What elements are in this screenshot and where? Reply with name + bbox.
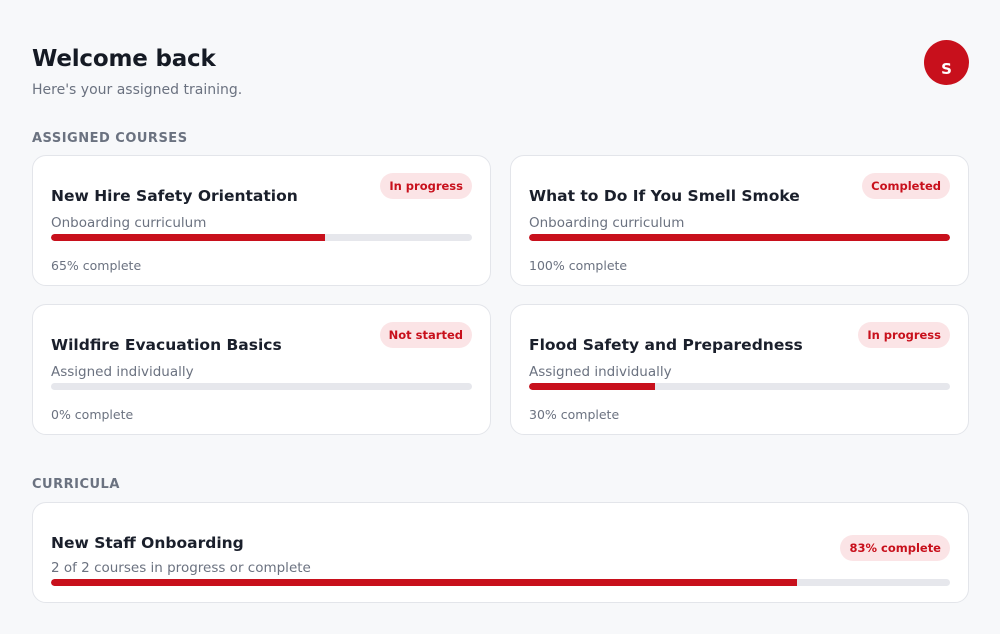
- course-title: Flood Safety and Preparedness: [529, 336, 803, 354]
- course-card[interactable]: Flood Safety and Preparedness In progres…: [510, 304, 969, 435]
- course-source: Assigned individually: [529, 364, 672, 380]
- progress-bar: [529, 234, 950, 241]
- progress-bar-fill: [529, 383, 656, 390]
- completion-badge: 83% complete: [840, 535, 950, 561]
- progress-label: 0% complete: [51, 407, 134, 422]
- progress-label: 100% complete: [529, 258, 628, 273]
- course-source: Assigned individually: [51, 364, 194, 380]
- curriculum-title: New Staff Onboarding: [51, 534, 244, 552]
- progress-label: 65% complete: [51, 258, 142, 273]
- status-badge: Completed: [862, 173, 950, 199]
- status-badge: In progress: [858, 322, 950, 348]
- section-heading-curricula: CURRICULA: [32, 477, 120, 492]
- progress-bar: [51, 383, 472, 390]
- course-card[interactable]: New Hire Safety Orientation In progress …: [32, 155, 491, 286]
- section-heading-assigned-courses: ASSIGNED COURSES: [32, 131, 188, 146]
- course-source: Onboarding curriculum: [529, 215, 685, 231]
- status-badge: Not started: [379, 322, 472, 348]
- course-source: Onboarding curriculum: [51, 215, 207, 231]
- progress-bar-fill: [51, 234, 325, 241]
- progress-bar: [51, 234, 472, 241]
- progress-label: 30% complete: [529, 407, 620, 422]
- progress-bar-fill: [51, 579, 798, 586]
- progress-bar-fill: [529, 234, 950, 241]
- course-card[interactable]: What to Do If You Smell Smoke Completed …: [510, 155, 969, 286]
- progress-bar: [529, 383, 950, 390]
- course-title: What to Do If You Smell Smoke: [529, 187, 800, 205]
- training-dashboard: Welcome back Here's your assigned traini…: [0, 0, 1000, 634]
- course-title: Wildfire Evacuation Basics: [51, 336, 282, 354]
- curriculum-card[interactable]: New Staff Onboarding 83% complete 2 of 2…: [32, 502, 969, 603]
- course-title: New Hire Safety Orientation: [51, 187, 298, 205]
- curriculum-summary: 2 of 2 courses in progress or complete: [51, 560, 311, 576]
- progress-bar: [51, 579, 950, 586]
- page-subtitle: Here's your assigned training.: [32, 82, 243, 98]
- page-title: Welcome back: [32, 46, 216, 72]
- course-card[interactable]: Wildfire Evacuation Basics Not started A…: [32, 304, 491, 435]
- avatar[interactable]: S: [924, 40, 969, 85]
- status-badge: In progress: [380, 173, 472, 199]
